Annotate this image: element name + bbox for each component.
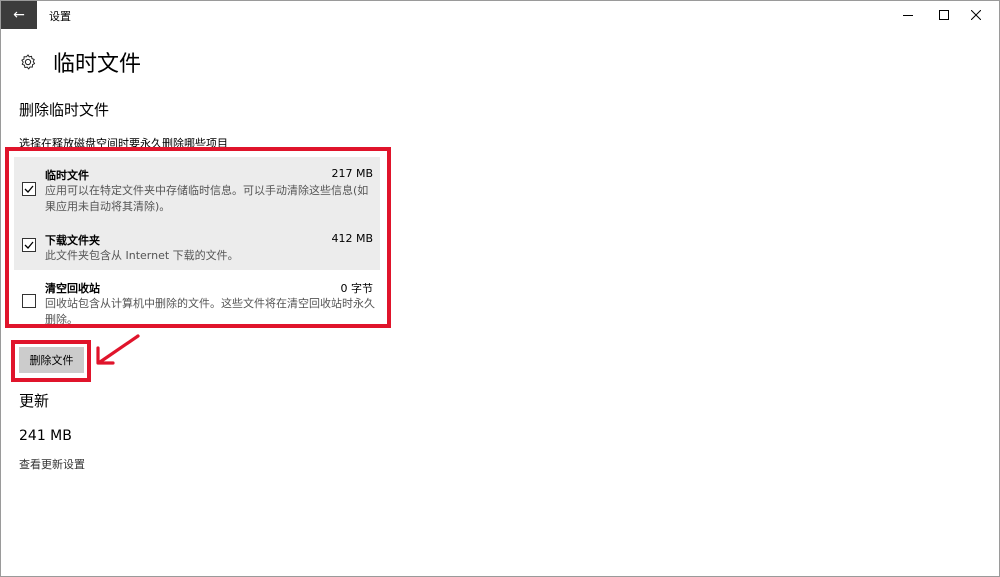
update-size: 241 MB (19, 428, 72, 444)
title-bar: ← 设置 (1, 1, 999, 29)
minimize-icon (903, 14, 913, 16)
maximize-icon (939, 10, 949, 20)
delete-section-title: 删除临时文件 (19, 101, 110, 119)
page-header: 临时文件 (19, 46, 141, 78)
annotation-arrow-icon (96, 334, 140, 365)
back-button[interactable]: ← (1, 1, 37, 29)
page-title: 临时文件 (53, 52, 142, 77)
gear-icon (21, 54, 36, 70)
highlight-box-button (11, 340, 91, 382)
back-arrow-icon: ← (13, 7, 25, 23)
close-button[interactable] (953, 1, 999, 29)
highlight-box-list (5, 147, 391, 328)
close-icon (971, 10, 981, 20)
view-update-settings-link[interactable]: 查看更新设置 (19, 456, 85, 472)
window-title: 设置 (49, 10, 71, 23)
update-section-title: 更新 (19, 392, 50, 410)
